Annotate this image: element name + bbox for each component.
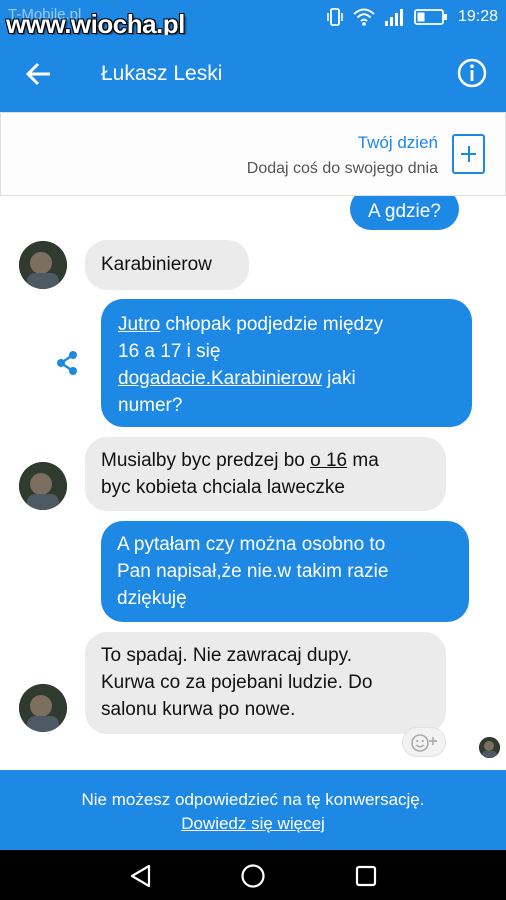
learn-more-link[interactable]: Dowiedz się więcej <box>181 814 325 833</box>
avatar-image <box>479 737 500 758</box>
app-bar: Łukasz Leski <box>0 35 506 112</box>
message-text: ma <box>347 450 379 471</box>
message-text: 16 a 17 i się <box>118 341 221 362</box>
blocked-reply-footer: Nie możesz odpowiedzieć na tę konwersacj… <box>0 770 506 850</box>
message-text: A gdzie? <box>368 201 441 222</box>
message-text: salonu kurwa po nowe. <box>101 699 296 720</box>
nav-back-button[interactable] <box>127 862 155 890</box>
avatar[interactable] <box>19 684 67 732</box>
vibrate-icon <box>327 8 343 26</box>
seen-indicator-avatar <box>479 737 500 758</box>
share-icon <box>57 351 77 375</box>
message-text: chłopak podjedzie między <box>160 314 384 335</box>
back-button[interactable] <box>22 57 56 91</box>
message-text: dziękuję <box>117 588 187 609</box>
message-text: Kurwa co za pojebani ludzie. Do <box>101 672 373 693</box>
add-reaction-button[interactable] <box>402 727 446 757</box>
contact-name[interactable]: Łukasz Leski <box>101 62 222 86</box>
clock: 19:28 <box>457 8 498 25</box>
nav-recents-button[interactable] <box>352 862 380 890</box>
arrow-left-icon <box>25 62 50 86</box>
message-bubble-outgoing[interactable]: Jutro chłopak podjedzie między 16 a 17 i… <box>101 299 472 427</box>
message-bubble-incoming[interactable]: To spadaj. Nie zawracaj dupy. Kurwa co z… <box>85 632 446 734</box>
status-bar: T-Mobile.pl www.wiocha.pl 19:28 <box>0 0 506 39</box>
message-bubble-incoming[interactable]: Karabinierow <box>85 240 249 290</box>
your-day-banner[interactable]: Twój dzień Dodaj coś do swojego dnia <box>0 112 506 196</box>
share-button[interactable] <box>52 348 82 378</box>
message-text: To spadaj. Nie zawracaj dupy. <box>101 645 352 666</box>
link-o-16[interactable]: o 16 <box>310 450 347 471</box>
link-jutro[interactable]: Jutro <box>118 314 160 335</box>
message-text: byc kobieta chciala laweczke <box>101 477 345 498</box>
avatar-image <box>19 241 67 289</box>
status-icons: 19:28 <box>326 7 498 27</box>
square-recents-icon <box>355 865 377 887</box>
message-text: jaki <box>321 368 356 389</box>
nav-home-button[interactable] <box>239 862 267 890</box>
system-nav-bar <box>0 850 506 900</box>
cannot-reply-notice: Nie możesz odpowiedzieć na tę konwersacj… <box>81 790 425 809</box>
message-text: Pan napisał,że nie.w takim razie <box>117 561 389 582</box>
smiley-plus-icon <box>411 734 437 752</box>
avatar-image <box>19 684 67 732</box>
info-button[interactable] <box>456 57 488 89</box>
message-text: Musialby byc predzej bo <box>101 450 311 471</box>
avatar-image <box>19 462 67 510</box>
info-icon <box>457 58 487 88</box>
battery-icon <box>414 9 447 25</box>
message-bubble-incoming[interactable]: Musialby byc predzej bo o 16 ma byc kobi… <box>85 437 446 511</box>
signal-icon <box>384 9 403 26</box>
triangle-back-icon <box>130 864 151 888</box>
your-day-subtitle: Dodaj coś do swojego dnia <box>246 160 438 177</box>
circle-home-icon <box>241 864 265 888</box>
message-text: Karabinierow <box>101 254 212 275</box>
link-dogadacie[interactable]: dogadacie.Karabinierow <box>118 368 322 389</box>
message-text: numer? <box>118 395 183 416</box>
conversation[interactable]: A gdzie? Karabinierow Jutro chłopak podj… <box>0 196 506 770</box>
add-story-button[interactable] <box>452 134 485 174</box>
message-bubble-outgoing[interactable]: A gdzie? <box>350 196 459 230</box>
avatar[interactable] <box>19 462 67 510</box>
wifi-icon <box>353 8 375 26</box>
message-bubble-outgoing[interactable]: A pytałam czy można osobno to Pan napisa… <box>101 521 469 622</box>
avatar[interactable] <box>19 241 67 289</box>
your-day-title[interactable]: Twój dzień <box>358 133 438 153</box>
message-text: A pytałam czy można osobno to <box>117 534 386 555</box>
